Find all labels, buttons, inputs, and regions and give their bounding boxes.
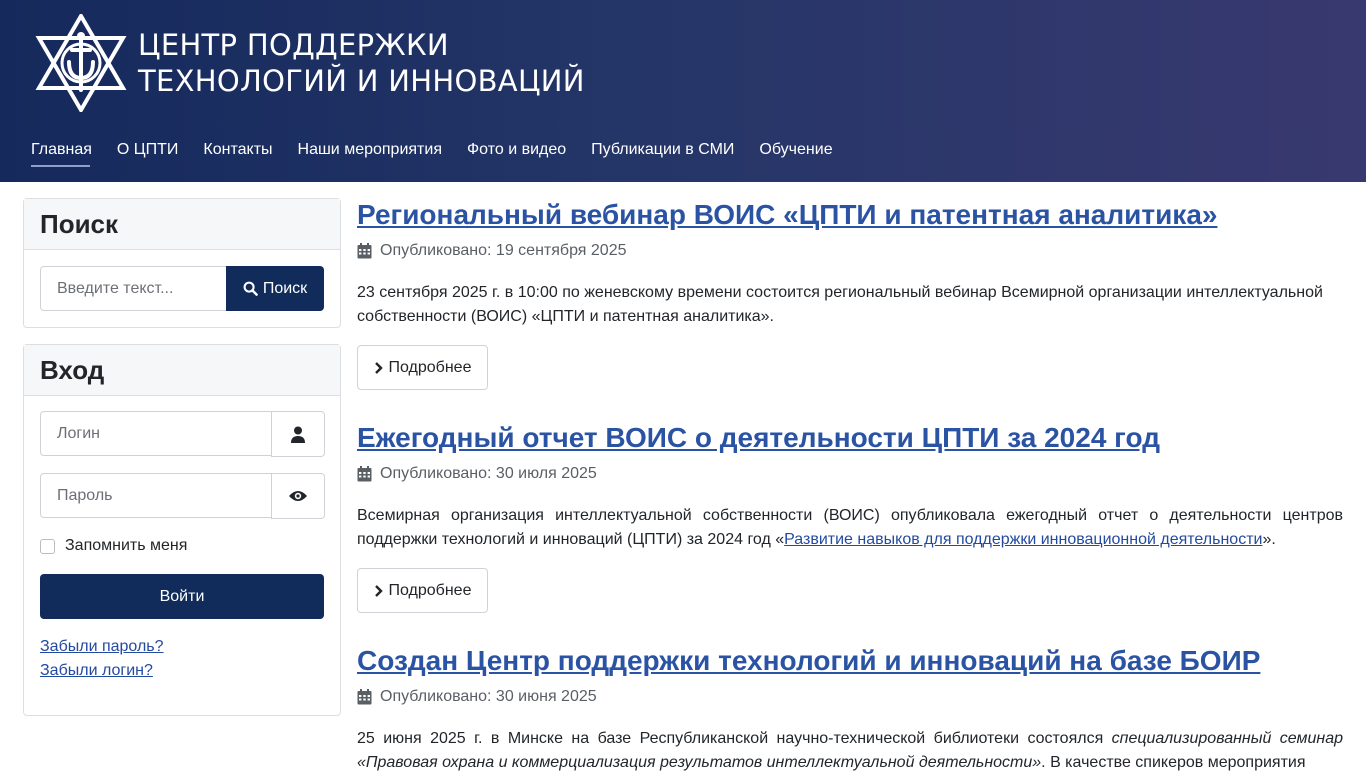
remember-me-checkbox[interactable] <box>40 538 55 554</box>
article-published: Опубликовано: 19 сентября 2025 <box>357 241 1343 261</box>
search-card-header: Поиск <box>24 199 340 250</box>
password-placeholder: Пароль <box>57 486 113 504</box>
read-more-button[interactable]: Подробнее <box>357 345 488 390</box>
password-field[interactable]: Пароль <box>40 473 272 518</box>
nav-item-events[interactable]: Наши мероприятия <box>298 139 442 161</box>
article-text-end: . В качестве спикеров мероприятия <box>1041 754 1306 771</box>
calendar-icon <box>357 243 372 259</box>
read-more-button[interactable]: Подробнее <box>357 568 488 613</box>
ctti-star-logo-icon[interactable] <box>31 14 131 112</box>
search-card-title: Поиск <box>40 209 119 239</box>
username-placeholder: Логин <box>57 424 101 442</box>
search-icon <box>243 281 258 296</box>
site-title-line1: ЦЕНТР ПОДДЕРЖКИ <box>138 28 449 62</box>
article-title[interactable]: Ежегодный отчет ВОИС о деятельности ЦПТИ… <box>357 422 1160 453</box>
nav-item-contacts[interactable]: Контакты <box>203 139 272 161</box>
read-more-label: Подробнее <box>388 581 472 599</box>
forgot-login-link[interactable]: Забыли логин? <box>40 660 153 682</box>
site-header: ЦЕНТР ПОДДЕРЖКИ ТЕХНОЛОГИЙ И ИННОВАЦИЙ Г… <box>0 0 1366 182</box>
search-input[interactable]: Введите текст... <box>40 266 227 311</box>
main-nav: Главная О ЦПТИ Контакты Наши мероприятия… <box>31 139 833 167</box>
article-text: 23 сентября 2025 г. в 10:00 по женевском… <box>357 284 1323 325</box>
search-button-label: Поиск <box>262 279 308 297</box>
article-text-start: 25 июня 2025 г. в Минске на базе Республ… <box>357 730 1112 747</box>
search-input-placeholder: Введите текст... <box>57 279 174 297</box>
article-text-end: ». <box>1262 531 1276 548</box>
calendar-icon <box>357 689 372 705</box>
calendar-icon <box>357 466 372 482</box>
nav-item-media[interactable]: Публикации в СМИ <box>591 139 734 161</box>
article-title[interactable]: Создан Центр поддержки технологий и инно… <box>357 645 1260 676</box>
nav-item-home[interactable]: Главная <box>31 139 92 167</box>
search-card: Поиск Введите текст... Поиск <box>23 198 341 328</box>
report-link[interactable]: Развитие навыков для поддержки инновацио… <box>784 531 1262 548</box>
article-title[interactable]: Региональный вебинар ВОИС «ЦПТИ и патент… <box>357 199 1217 230</box>
article: Региональный вебинар ВОИС «ЦПТИ и патент… <box>357 198 1343 390</box>
eye-icon <box>289 491 307 501</box>
article: Создан Центр поддержки технологий и инно… <box>357 644 1343 775</box>
remember-me-label: Запомнить меня <box>65 537 188 554</box>
article-published: Опубликовано: 30 июля 2025 <box>357 464 1343 484</box>
read-more-label: Подробнее <box>388 358 472 376</box>
article-date: Опубликовано: 30 июля 2025 <box>380 465 597 482</box>
article-text: Всемирная организация интеллектуальной с… <box>357 504 1343 552</box>
username-addon <box>271 411 325 457</box>
chevron-right-icon <box>374 361 383 374</box>
remember-me[interactable]: Запомнить меня <box>40 537 187 555</box>
article-date: Опубликовано: 30 июня 2025 <box>380 688 597 705</box>
user-icon <box>291 426 305 443</box>
site-title[interactable]: ЦЕНТР ПОДДЕРЖКИ ТЕХНОЛОГИЙ И ИННОВАЦИЙ <box>138 27 585 99</box>
forgot-password-link[interactable]: Забыли пароль? <box>40 636 164 658</box>
chevron-right-icon <box>374 584 383 597</box>
article-date: Опубликовано: 19 сентября 2025 <box>380 242 627 259</box>
nav-item-photo-video[interactable]: Фото и видео <box>467 139 566 161</box>
search-button[interactable]: Поиск <box>226 266 324 311</box>
article: Ежегодный отчет ВОИС о деятельности ЦПТИ… <box>357 421 1343 613</box>
login-card-header: Вход <box>24 345 340 396</box>
nav-item-about[interactable]: О ЦПТИ <box>117 139 179 161</box>
login-card: Вход Логин Пароль Запомнить меня Войти З… <box>23 344 341 716</box>
article-published: Опубликовано: 30 июня 2025 <box>357 687 1343 707</box>
show-password-button[interactable] <box>271 473 325 519</box>
nav-item-training[interactable]: Обучение <box>759 139 832 161</box>
username-field[interactable]: Логин <box>40 411 272 456</box>
site-title-line2: ТЕХНОЛОГИЙ И ИННОВАЦИЙ <box>138 64 585 98</box>
login-card-title: Вход <box>40 355 105 385</box>
login-button[interactable]: Войти <box>40 574 324 619</box>
